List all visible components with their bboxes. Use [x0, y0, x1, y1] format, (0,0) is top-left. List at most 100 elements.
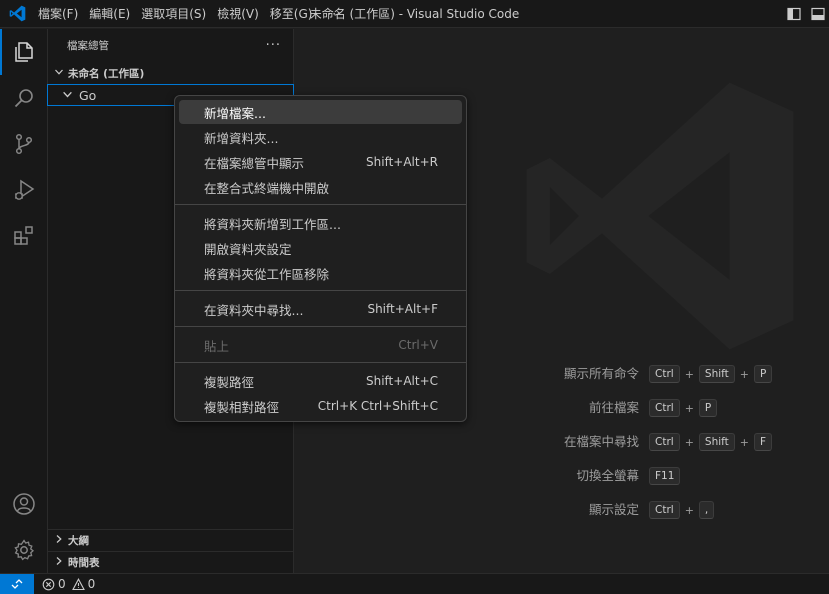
workspace-header[interactable]: 未命名 (工作區) [48, 62, 293, 84]
shortcut-row: 切換全螢幕 F11 [295, 464, 829, 488]
menu-separator [175, 290, 466, 291]
key-plus: + [684, 503, 694, 517]
activity-bar [0, 29, 48, 573]
key-plus: + [684, 367, 694, 381]
shortcut-label: 顯示設定 [588, 502, 639, 517]
warning-count: 0 [87, 577, 96, 591]
menu-item-label: 將資料夾從工作區移除 [204, 266, 330, 282]
shortcut-keys: Ctrl + P [649, 396, 718, 420]
run-debug-icon[interactable] [0, 167, 48, 213]
key-plus: + [739, 435, 749, 449]
key-plus: + [739, 367, 749, 381]
menu-item-shortcut: Ctrl+K Ctrl+Shift+C [317, 399, 438, 413]
menu-item-label: 新增檔案... [204, 105, 266, 121]
section-timeline-label: 時間表 [68, 557, 100, 569]
menu-item-paste: 貼上 Ctrl+V [179, 333, 462, 357]
menu-bar: 檔案(F) 編輯(E) 選取項目(S) 檢視(V) 移至(G) ··· [34, 0, 353, 28]
menu-item-copy-relative-path[interactable]: 複製相對路徑 Ctrl+K Ctrl+Shift+C [179, 394, 462, 418]
menu-item-open-folder-settings[interactable]: 開啟資料夾設定 [179, 236, 462, 260]
more-actions-icon[interactable]: ··· [266, 38, 281, 53]
key: Shift [698, 365, 735, 383]
menu-item-find-in-folder[interactable]: 在資料夾中尋找... Shift+Alt+F [179, 297, 462, 321]
shortcut-label: 切換全螢幕 [576, 468, 639, 483]
shortcut-row: 顯示設定 Ctrl + , [295, 498, 829, 522]
files-icon[interactable] [0, 29, 48, 75]
section-timeline[interactable]: 時間表 [48, 551, 293, 573]
menu-item-label: 複製相對路徑 [204, 399, 280, 415]
menu-item-label: 在檔案總管中顯示 [204, 155, 305, 171]
key: Ctrl [649, 501, 680, 519]
menu-file[interactable]: 檔案(F) [34, 0, 82, 28]
menu-item-label: 在資料夾中尋找... [204, 302, 304, 318]
chevron-right-icon [52, 534, 66, 547]
menu-more-icon[interactable]: ··· [319, 0, 349, 28]
explorer-title: 檔案總管 [67, 40, 109, 52]
extensions-icon[interactable] [0, 213, 48, 259]
chevron-down-icon [62, 88, 76, 103]
shortcut-label: 在檔案中尋找 [563, 434, 639, 449]
menu-separator [175, 362, 466, 363]
menu-item-remove-folder-from-workspace[interactable]: 將資料夾從工作區移除 [179, 261, 462, 285]
shortcut-keys: Ctrl + Shift + P [649, 362, 773, 386]
layout-controls [781, 0, 829, 28]
menu-item-new-file[interactable]: 新增檔案... [179, 100, 462, 124]
menu-item-label: 複製路徑 [204, 374, 255, 390]
shortcut-keys: Ctrl + , [649, 498, 715, 522]
workspace-name: 未命名 (工作區) [68, 67, 145, 80]
problems-status[interactable]: 0 0 [42, 577, 101, 591]
shortcut-keys: F11 [649, 464, 681, 488]
title-bar: 檔案(F) 編輯(E) 選取項目(S) 檢視(V) 移至(G) ··· 未命名 … [0, 0, 829, 28]
toggle-sidebar-icon[interactable] [783, 3, 805, 25]
vscode-watermark-icon [515, 71, 805, 364]
menu-go[interactable]: 移至(G) [266, 0, 317, 28]
menu-item-add-folder-to-workspace[interactable]: 將資料夾新增到工作區... [179, 211, 462, 235]
section-outline-label: 大綱 [68, 535, 89, 547]
menu-selection[interactable]: 選取項目(S) [137, 0, 210, 28]
settings-gear-icon[interactable] [0, 527, 48, 573]
error-count: 0 [58, 577, 66, 591]
search-icon[interactable] [0, 75, 48, 121]
menu-separator [175, 204, 466, 205]
error-icon [42, 578, 55, 590]
account-icon[interactable] [0, 481, 48, 527]
menu-item-shortcut: Shift+Alt+C [365, 374, 438, 388]
shortcut-label: 顯示所有命令 [563, 366, 639, 381]
menu-item-open-in-terminal[interactable]: 在整合式終端機中開啟 [179, 175, 462, 199]
shortcut-row: 在檔案中尋找 Ctrl + Shift + F [295, 430, 829, 454]
folder-name: Go [79, 87, 97, 103]
vscode-logo-icon[interactable] [0, 0, 34, 28]
menu-item-label: 新增資料夾... [204, 130, 279, 146]
menu-edit[interactable]: 編輯(E) [85, 0, 134, 28]
menu-item-new-folder[interactable]: 新增資料夾... [179, 125, 462, 149]
key: F [754, 433, 773, 451]
section-outline[interactable]: 大綱 [48, 529, 293, 551]
menu-separator [175, 326, 466, 327]
menu-item-label: 開啟資料夾設定 [204, 241, 292, 257]
menu-item-shortcut: Ctrl+V [398, 338, 438, 352]
menu-view[interactable]: 檢視(V) [213, 0, 263, 28]
remote-indicator-icon[interactable] [0, 574, 34, 594]
shortcut-label: 前往檔案 [588, 400, 639, 415]
context-menu: 新增檔案... 新增資料夾... 在檔案總管中顯示 Shift+Alt+R 在整… [174, 95, 467, 422]
menu-item-label: 在整合式終端機中開啟 [204, 180, 330, 196]
status-bar: 0 0 [0, 573, 829, 594]
menu-item-label: 貼上 [204, 338, 230, 354]
source-control-icon[interactable] [0, 121, 48, 167]
menu-item-reveal-in-explorer[interactable]: 在檔案總管中顯示 Shift+Alt+R [179, 150, 462, 174]
key: Ctrl [649, 365, 680, 383]
toggle-panel-icon[interactable] [807, 3, 829, 25]
menu-item-copy-path[interactable]: 複製路徑 Shift+Alt+C [179, 369, 462, 393]
chevron-right-icon [52, 556, 66, 569]
warning-icon [71, 577, 85, 590]
menu-item-label: 將資料夾新增到工作區... [204, 216, 341, 232]
key: P [698, 399, 718, 417]
key: Shift [698, 433, 735, 451]
chevron-down-icon [52, 67, 66, 80]
menu-item-shortcut: Shift+Alt+F [367, 302, 438, 316]
key: , [698, 501, 715, 519]
sidebar-sections: 大綱 時間表 [48, 529, 293, 573]
key: F11 [649, 467, 681, 485]
key: P [754, 365, 773, 383]
key: Ctrl [649, 433, 680, 451]
explorer-header: 檔案總管 ··· [48, 29, 293, 62]
